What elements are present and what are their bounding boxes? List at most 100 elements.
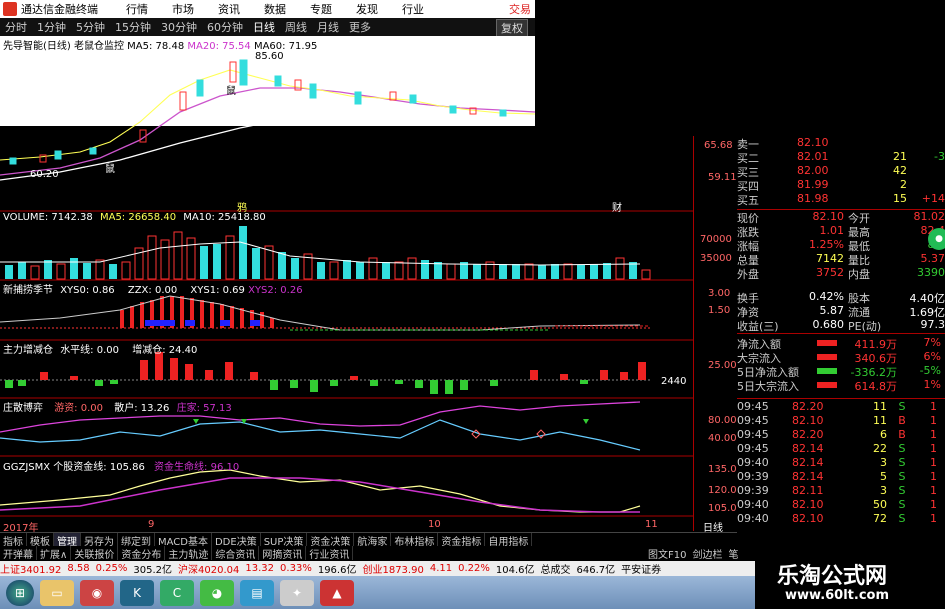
ind3-axis-1: 80.00 [708, 415, 737, 426]
price-axis-1: 65.68 [704, 140, 733, 151]
trade-vol: 5 [880, 470, 887, 483]
tab-bangdingdao[interactable]: 绑定到 [118, 533, 155, 548]
tab-tuwen-f10[interactable]: 图文F10 [645, 546, 689, 561]
period-more[interactable]: 更多 [349, 19, 371, 35]
flow-label: 大宗流入 [737, 352, 781, 365]
period-5min[interactable]: 5分钟 [76, 19, 105, 35]
menu-shichang[interactable]: 市场 [172, 1, 194, 17]
menu-zhuanti[interactable]: 专题 [310, 1, 332, 17]
tab-jianbianlan[interactable]: 剑边栏 [689, 546, 725, 561]
quote-vol: 2 [900, 178, 907, 191]
tab-zhuliguiji[interactable]: 主力轨迹 [165, 546, 213, 561]
ind3-axis-2: 40.00 [708, 433, 737, 444]
tab-zonghezixun[interactable]: 综合资讯 [212, 546, 260, 561]
stats-divider [737, 333, 945, 334]
tab-zijinjuece[interactable]: 资金决策 [307, 533, 355, 548]
ticker-total-label: 总成交 [540, 565, 571, 576]
browser-icon[interactable]: ◉ [80, 579, 114, 606]
tab-hangyezixun[interactable]: 行业资讯 [306, 546, 354, 561]
tdx-icon[interactable]: ▲ [320, 579, 354, 606]
menu-jiaoyi[interactable]: 交易 [509, 1, 531, 17]
menu-hangye[interactable]: 行业 [402, 1, 424, 17]
side-tabs: 图文F10 剑边栏 笔 [645, 546, 741, 561]
stats-row: 现价 82.10 今开 81.02 [737, 210, 945, 225]
flow-pct: 1% [923, 378, 941, 391]
trade-price: 82.11 [792, 484, 824, 497]
wechat-icon[interactable]: ◕ [200, 579, 234, 606]
ticker-shanghai[interactable]: 上证3401.92 [0, 561, 61, 576]
ticker-chuangye[interactable]: 创业1873.90 [362, 561, 423, 576]
chat-icon[interactable]: C [160, 579, 194, 606]
folder-icon[interactable]: ▭ [40, 579, 74, 606]
tab-zijinzhibiao[interactable]: 资金指标 [438, 533, 486, 548]
tab-muban[interactable]: 模板 [27, 533, 54, 548]
period-monthly[interactable]: 月线 [317, 19, 339, 35]
tab-kuozhan[interactable]: 扩展∧ [37, 546, 72, 561]
market-ticker: 上证3401.92 8.58 0.25% 305.2亿 沪深4020.04 13… [0, 561, 755, 576]
tab-zijinfenbu[interactable]: 资金分布 [118, 546, 166, 561]
trade-price: 82.10 [792, 498, 824, 511]
tab-guanlianbaojia[interactable]: 关联报价 [71, 546, 119, 561]
trade-n: 1 [930, 414, 937, 427]
flow-value: 340.6万 [854, 352, 898, 365]
tab-hanghaijia[interactable]: 航海家 [354, 533, 392, 548]
period-bar: 分时 1分钟 5分钟 15分钟 30分钟 60分钟 日线 周线 月线 更多 复权 [0, 18, 535, 37]
trade-vol: 6 [880, 428, 887, 441]
period-15min[interactable]: 15分钟 [115, 19, 151, 35]
k-app-icon[interactable]: K [120, 579, 154, 606]
quote-chg [907, 178, 945, 192]
period-30min[interactable]: 30分钟 [161, 19, 197, 35]
low-price-label: 60.20 [30, 169, 59, 180]
menu-shuju[interactable]: 数据 [264, 1, 286, 17]
period-60min[interactable]: 60分钟 [207, 19, 243, 35]
tab-macd[interactable]: MACD基本 [155, 533, 212, 548]
trade-time: 09:40 [737, 512, 769, 525]
period-fenshi[interactable]: 分时 [5, 19, 27, 35]
period-weekly[interactable]: 周线 [285, 19, 307, 35]
float-assist-icon[interactable]: ● [928, 228, 945, 250]
ticker-hushen[interactable]: 沪深4020.04 [178, 561, 239, 576]
trade-time: 09:39 [737, 484, 769, 497]
quote-chg: -3 [934, 150, 945, 163]
tab-bulin[interactable]: 布林指标 [391, 533, 439, 548]
calc-icon[interactable]: ▤ [240, 579, 274, 606]
tab-sup[interactable]: SUP决策 [261, 533, 308, 548]
tab-dde[interactable]: DDE决策 [212, 533, 261, 548]
trade-side: S [898, 442, 906, 455]
compass-icon[interactable]: ✦ [280, 579, 314, 606]
indicator2-name: 主力增减仓 [3, 345, 53, 356]
xys-bars [0, 296, 650, 329]
trade-side: S [898, 484, 906, 497]
period-daily[interactable]: 日线 [253, 19, 275, 35]
flow-value: -336.2万 [850, 366, 897, 379]
trade-price: 82.10 [792, 414, 824, 427]
start-icon[interactable]: ⊞ [6, 579, 34, 606]
stats-l1: 收益(三) [737, 320, 779, 333]
indicator4-name: GGZJSMX 个股资金线: 105.86 [3, 462, 145, 473]
indicator1-title: 新捕捞季节 XYS0: 0.86 ZZX: 0.00 XYS1: 0.69 XY… [3, 281, 303, 296]
tab-wangzhaizixun[interactable]: 网摘资讯 [259, 546, 307, 561]
menu-faxian[interactable]: 发现 [356, 1, 378, 17]
trade-row: 09:40 82.10 72 S 1 [737, 512, 945, 526]
menu-hangqing[interactable]: 行情 [126, 1, 148, 17]
trade-row: 09:45 82.10 11 B 1 [737, 414, 945, 428]
trade-vol: 3 [880, 484, 887, 497]
period-1min[interactable]: 1分钟 [37, 19, 66, 35]
menu-zixun[interactable]: 资讯 [218, 1, 240, 17]
stats-row: 总量 7142 量比 5.37 [737, 252, 945, 267]
candles [9, 59, 507, 165]
tab-guanli[interactable]: 管理 [54, 533, 81, 548]
stats-v1: 82.10 [812, 210, 845, 223]
zhuangjia-label: 庄家: 57.13 [176, 403, 232, 414]
tab-zhibiao[interactable]: 指标 [0, 533, 27, 548]
restore-button[interactable]: 复权 [496, 19, 528, 37]
tab-kaidanmu[interactable]: 开弹幕 [0, 546, 37, 561]
trade-n: 1 [930, 512, 937, 525]
tab-ziyong[interactable]: 自用指标 [485, 533, 533, 548]
tab-lingcunwei[interactable]: 另存为 [81, 533, 118, 548]
quote-row: 买五 81.98 15 +14 [737, 192, 945, 207]
ind2-axis-1: 25.00 [708, 360, 737, 371]
stats-l2: 最高 [848, 226, 870, 239]
ticker-hs-amount: 196.6亿 [317, 565, 357, 576]
tab-bi[interactable]: 笔 [725, 546, 741, 561]
